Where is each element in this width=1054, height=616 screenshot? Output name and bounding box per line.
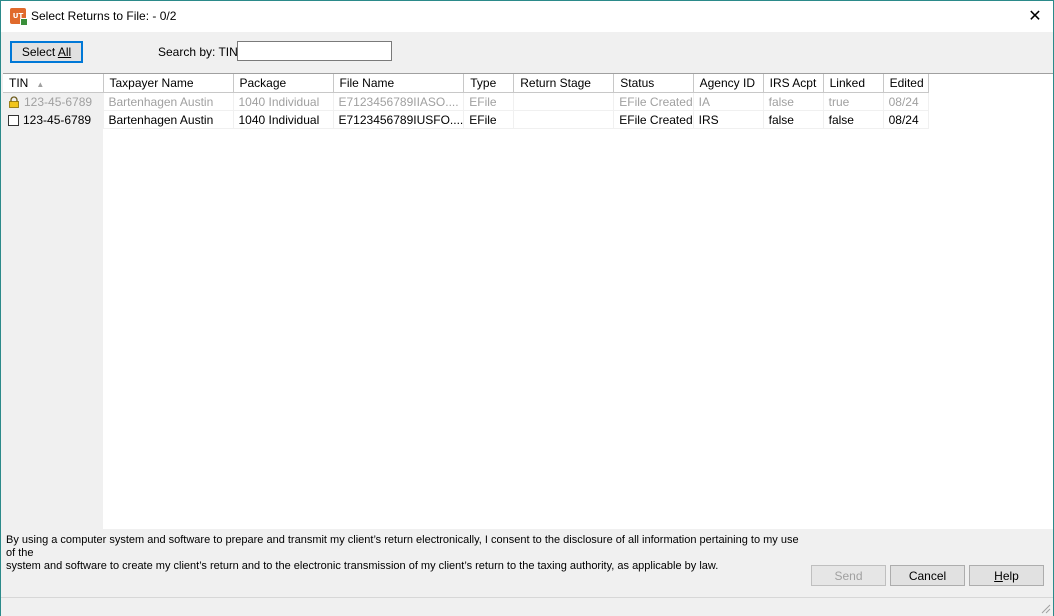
select-all-button[interactable]: Select All [10, 41, 83, 63]
column-header-edited[interactable]: Edited [883, 74, 929, 93]
select-returns-dialog: UT Select Returns to File: - 0/2 ✕ Selec… [0, 0, 1054, 616]
column-header-return-stage[interactable]: Return Stage [513, 74, 615, 93]
cell-type: EFile [463, 92, 515, 111]
column-header-taxpayer-name[interactable]: Taxpayer Name [103, 74, 234, 93]
window-title: Select Returns to File: - 0/2 [31, 9, 177, 23]
consent-text: By using a computer system and software … [6, 534, 806, 573]
column-header-status[interactable]: Status [613, 74, 694, 93]
checkbox-icon[interactable] [8, 114, 19, 126]
table-row[interactable]: 123-45-6789 Bartenhagen Austin 1040 Indivi… [3, 110, 929, 129]
resize-grip-icon[interactable] [1039, 602, 1051, 614]
lock-icon [9, 95, 19, 108]
cell-file-name: E7123456789IIASO.... [333, 92, 465, 111]
cell-tin[interactable]: 123-45-6789 [3, 92, 104, 111]
send-button[interactable]: Send [811, 565, 886, 586]
grid-header-row: TIN ▲ Taxpayer Name Package File Name Type Ret… [3, 74, 929, 93]
cell-type: EFile [463, 110, 515, 129]
cell-return-stage [513, 92, 615, 111]
close-icon[interactable]: ✕ [1023, 4, 1047, 28]
help-button[interactable]: Help [969, 565, 1044, 586]
returns-table: TIN ▲ Taxpayer Name Package File Name Type Ret… [3, 74, 929, 129]
cancel-button[interactable]: Cancel [890, 565, 965, 586]
cell-agency-id: IRS [693, 110, 764, 129]
returns-grid: TIN ▲ Taxpayer Name Package File Name Type Ret… [3, 73, 1053, 529]
cell-file-name: E7123456789IUSFO.... [333, 110, 465, 129]
consent-text-line-1: By using a computer system and software … [6, 534, 799, 559]
cell-taxpayer-name: Bartenhagen Austin [103, 92, 234, 111]
cell-status: EFile Created [613, 110, 694, 129]
cell-linked: true [823, 92, 884, 111]
cell-irs-acpt: false [763, 92, 824, 111]
select-all-label: Select All [21, 45, 72, 59]
column-header-linked[interactable]: Linked [823, 74, 884, 93]
cell-package: 1040 Individual [233, 92, 334, 111]
cell-package: 1040 Individual [233, 110, 334, 129]
cell-taxpayer-name: Bartenhagen Austin [103, 110, 234, 129]
column-header-type[interactable]: Type [463, 74, 515, 93]
app-icon: UT [10, 8, 28, 26]
cell-return-stage [513, 110, 615, 129]
column-header-irs-acpt[interactable]: IRS Acpt [763, 74, 824, 93]
cell-edited: 08/24 [883, 92, 929, 111]
column-header-agency-id[interactable]: Agency ID [693, 74, 764, 93]
column-header-file-name[interactable]: File Name [333, 74, 465, 93]
status-bar [1, 597, 1053, 616]
cell-irs-acpt: false [763, 110, 824, 129]
toolbar: Select All Search by: TIN [1, 32, 1053, 73]
title-bar: UT Select Returns to File: - 0/2 ✕ [1, 1, 1053, 32]
column-header-package[interactable]: Package [233, 74, 334, 93]
column-header-tin[interactable]: TIN ▲ [3, 74, 104, 93]
search-label: Search by: TIN [158, 45, 238, 59]
cell-tin[interactable]: 123-45-6789 [3, 110, 104, 129]
sort-ascending-icon: ▲ [36, 80, 45, 89]
cell-edited: 08/24 [883, 110, 929, 129]
cell-agency-id: IA [693, 92, 764, 111]
search-input[interactable] [237, 41, 392, 61]
cell-status: EFile Created [613, 92, 694, 111]
cell-linked: false [823, 110, 884, 129]
consent-text-line-2: system and software to create my client’… [6, 560, 719, 572]
table-row[interactable]: 123-45-6789 Bartenhagen Austin 1040 Indivi… [3, 92, 929, 111]
